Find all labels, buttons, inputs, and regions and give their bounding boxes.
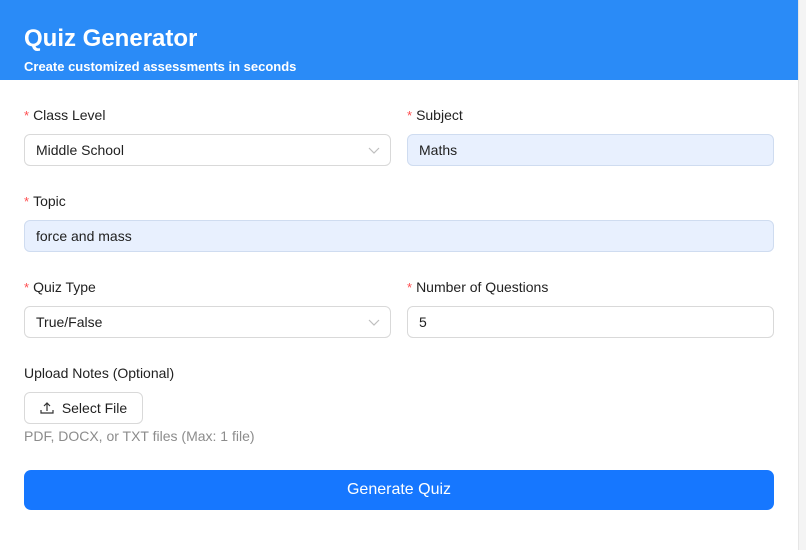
quiz-type-select[interactable]: True/False bbox=[24, 306, 391, 338]
chevron-down-icon bbox=[368, 147, 380, 154]
upload-hint: PDF, DOCX, or TXT files (Max: 1 file) bbox=[24, 428, 255, 444]
page-header: Quiz Generator Create customized assessm… bbox=[0, 0, 798, 80]
required-mark: * bbox=[24, 280, 30, 295]
class-level-value: Middle School bbox=[36, 142, 124, 158]
topic-label: * Topic bbox=[24, 193, 66, 209]
generate-quiz-button[interactable]: Generate Quiz bbox=[24, 470, 774, 510]
required-mark: * bbox=[24, 108, 30, 123]
required-mark: * bbox=[407, 280, 413, 295]
quiz-type-label: * Quiz Type bbox=[24, 279, 96, 295]
quiz-type-value: True/False bbox=[36, 314, 103, 330]
upload-icon bbox=[40, 402, 54, 414]
topic-value: force and mass bbox=[36, 228, 132, 244]
topic-input[interactable]: force and mass bbox=[24, 220, 774, 252]
chevron-down-icon bbox=[368, 319, 380, 326]
class-level-select[interactable]: Middle School bbox=[24, 134, 391, 166]
subject-label: * Subject bbox=[407, 107, 463, 123]
page-subtitle: Create customized assessments in seconds bbox=[24, 59, 297, 74]
required-mark: * bbox=[24, 194, 30, 209]
subject-input[interactable]: Maths bbox=[407, 134, 774, 166]
page-title: Quiz Generator bbox=[24, 25, 198, 52]
select-file-label: Select File bbox=[61, 400, 128, 416]
num-questions-label: * Number of Questions bbox=[407, 279, 549, 295]
class-level-label: * Class Level bbox=[24, 107, 106, 123]
select-file-button[interactable]: Select File bbox=[24, 392, 143, 424]
upload-notes-label: Upload Notes (Optional) bbox=[24, 365, 175, 381]
generate-quiz-label: Generate Quiz bbox=[346, 481, 452, 498]
num-questions-input[interactable]: 5 bbox=[407, 306, 774, 338]
scrollbar-track[interactable] bbox=[798, 0, 806, 550]
subject-value: Maths bbox=[419, 142, 458, 158]
required-mark: * bbox=[407, 108, 413, 123]
num-questions-value: 5 bbox=[419, 314, 427, 330]
